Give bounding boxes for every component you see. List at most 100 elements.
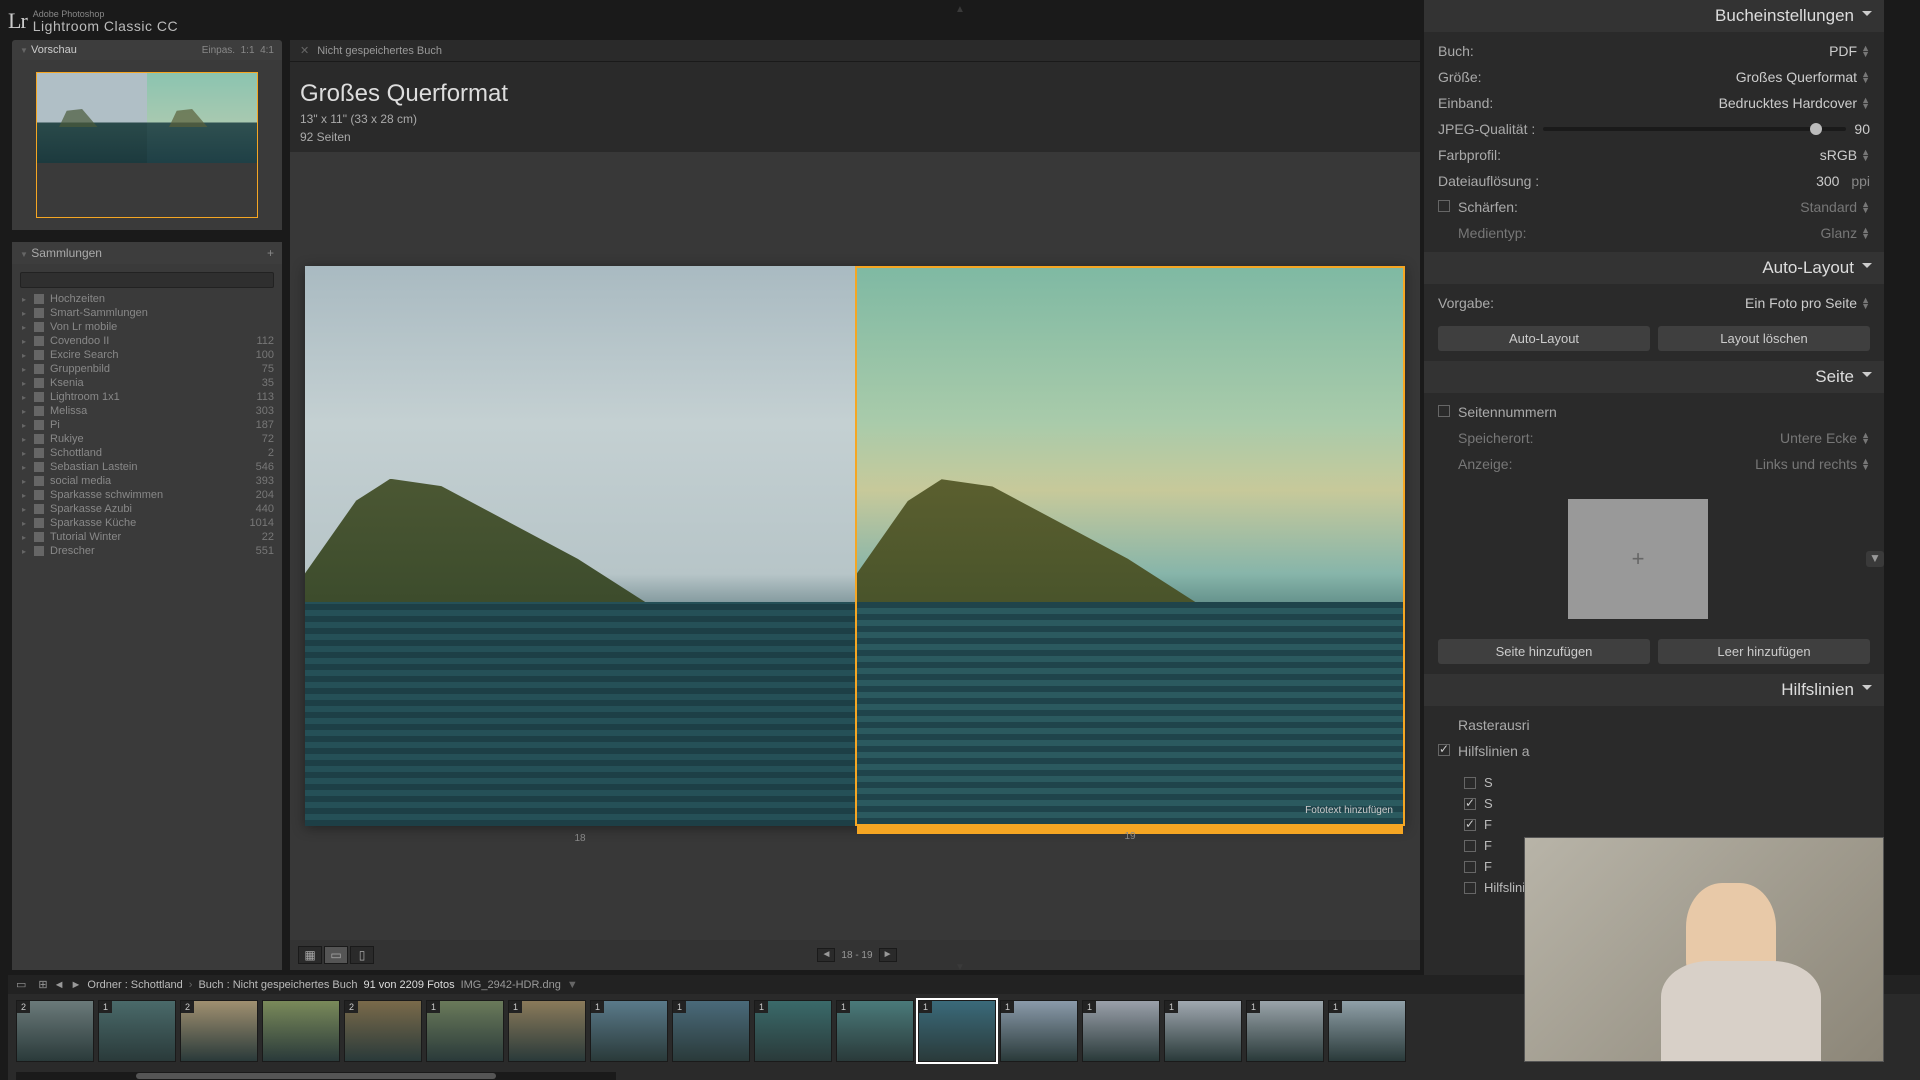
collection-item[interactable]: ▸social media393 xyxy=(12,474,282,488)
filmstrip-thumb[interactable]: 1 xyxy=(1082,1000,1160,1062)
view-grid-icon[interactable]: ▦ xyxy=(298,946,322,964)
collection-item[interactable]: ▸Pi187 xyxy=(12,418,282,432)
preview-thumb[interactable] xyxy=(36,72,258,218)
filmstrip-thumb[interactable]: 1 xyxy=(590,1000,668,1062)
collection-item[interactable]: ▸Schottland2 xyxy=(12,446,282,460)
book-title: Großes Querformat xyxy=(300,80,1410,108)
checkbox-pagenumbers[interactable] xyxy=(1438,405,1450,417)
collection-item[interactable]: ▸Von Lr mobile xyxy=(12,320,282,334)
collection-item[interactable]: ▸Sebastian Lastein546 xyxy=(12,460,282,474)
filmstrip-thumb[interactable]: 2 xyxy=(16,1000,94,1062)
filmstrip-thumb[interactable]: 2 xyxy=(344,1000,422,1062)
view-spread-icon[interactable]: ▭ xyxy=(324,946,348,964)
collection-item[interactable]: ▸Gruppenbild75 xyxy=(12,362,282,376)
page-number-left: 18 xyxy=(574,833,585,844)
collections-list: ▸Hochzeiten▸Smart-Sammlungen▸Von Lr mobi… xyxy=(12,264,282,970)
guide-option[interactable]: S xyxy=(1464,793,1870,814)
collection-item[interactable]: ▸Drescher551 xyxy=(12,544,282,558)
nav-fwd-icon[interactable]: ► xyxy=(71,979,82,991)
filmstrip-thumb[interactable]: 1 xyxy=(918,1000,996,1062)
filmstrip-scrollbar[interactable] xyxy=(16,1072,616,1080)
filmstrip-thumb[interactable]: 1 xyxy=(754,1000,832,1062)
value-resolution[interactable]: 300 xyxy=(1816,173,1839,189)
collection-item[interactable]: ▸Ksenia35 xyxy=(12,376,282,390)
tab-unsaved-book[interactable]: Nicht gespeichertes Buch xyxy=(317,45,442,57)
auto-layout-button[interactable]: Auto-Layout xyxy=(1438,326,1650,351)
value-mediatype[interactable]: Glanz▲▼ xyxy=(1821,225,1871,241)
add-collection-icon[interactable]: + xyxy=(267,246,274,260)
panel-book-settings[interactable]: Bucheinstellungen xyxy=(1424,0,1884,32)
bottom-grip[interactable]: ▼ xyxy=(955,962,965,973)
nav-back-icon[interactable]: ◄ xyxy=(54,979,65,991)
book-dimensions: 13" x 11" (33 x 28 cm) xyxy=(300,112,1410,126)
value-size[interactable]: Großes Querformat▲▼ xyxy=(1736,69,1870,85)
preview-panel-header[interactable]: ▼ Vorschau Einpas. 1:1 4:1 xyxy=(12,40,282,60)
collection-item[interactable]: ▸Covendoo II112 xyxy=(12,334,282,348)
book-info: Großes Querformat 13" x 11" (33 x 28 cm)… xyxy=(290,62,1420,152)
value-jpeg[interactable]: 90 xyxy=(1854,121,1870,137)
filmstrip-thumb[interactable]: 1 xyxy=(1000,1000,1078,1062)
filmstrip-thumb[interactable]: 1 xyxy=(836,1000,914,1062)
filmstrip-thumb[interactable]: 1 xyxy=(426,1000,504,1062)
value-preset[interactable]: Ein Foto pro Seite▲▼ xyxy=(1745,295,1870,311)
filmstrip-thumb[interactable]: 1 xyxy=(98,1000,176,1062)
collections-header[interactable]: ▼ Sammlungen + xyxy=(12,242,282,264)
panel-guides[interactable]: Hilfslinien xyxy=(1424,674,1884,706)
page-template-cell[interactable]: + xyxy=(1568,499,1708,619)
secondary-display-icon[interactable]: ▭ xyxy=(16,978,26,991)
label-preset: Vorgabe: xyxy=(1438,295,1494,311)
value-sharpen[interactable]: Standard▲▼ xyxy=(1800,199,1870,215)
view-single-icon[interactable]: ▯ xyxy=(350,946,374,964)
value-book[interactable]: PDF▲▼ xyxy=(1829,43,1870,59)
filmstrip-thumb[interactable]: 1 xyxy=(672,1000,750,1062)
value-cover[interactable]: Bedrucktes Hardcover▲▼ xyxy=(1719,95,1870,111)
collection-item[interactable]: ▸Rukiye72 xyxy=(12,432,282,446)
collection-item[interactable]: ▸Hochzeiten xyxy=(12,292,282,306)
collection-item[interactable]: ▸Sparkasse Küche1014 xyxy=(12,516,282,530)
page-left[interactable]: 18 xyxy=(305,266,855,826)
clear-layout-button[interactable]: Layout löschen xyxy=(1658,326,1870,351)
collections-filter-input[interactable] xyxy=(20,272,274,288)
page-right-selected[interactable]: Fototext hinzufügen 19 xyxy=(855,266,1405,826)
label-colorprofile: Farbprofil: xyxy=(1438,147,1501,163)
page-number-right: 19 xyxy=(1124,831,1135,842)
collection-item[interactable]: ▸Excire Search100 xyxy=(12,348,282,362)
path-folder[interactable]: Ordner : Schottland xyxy=(87,979,182,991)
filmstrip-thumb[interactable]: 1 xyxy=(1164,1000,1242,1062)
top-grip[interactable]: ▲ xyxy=(955,4,965,15)
guide-option[interactable]: S xyxy=(1464,772,1870,793)
collection-item[interactable]: ▸Smart-Sammlungen xyxy=(12,306,282,320)
collection-item[interactable]: ▸Lightroom 1x1113 xyxy=(12,390,282,404)
center-tab-bar: ✕ Nicht gespeichertes Buch xyxy=(290,40,1420,62)
checkbox-sharpen[interactable] xyxy=(1438,200,1450,212)
filmstrip-thumb[interactable]: 1 xyxy=(1246,1000,1324,1062)
add-blank-button[interactable]: Leer hinzufügen xyxy=(1658,639,1870,664)
filmstrip-thumb[interactable]: 1 xyxy=(1328,1000,1406,1062)
panel-auto-layout[interactable]: Auto-Layout xyxy=(1424,252,1884,284)
label-grid-snap[interactable]: Rasterausri xyxy=(1458,717,1530,733)
filmstrip-thumb[interactable]: 1 xyxy=(508,1000,586,1062)
value-colorprofile[interactable]: sRGB▲▼ xyxy=(1820,147,1870,163)
grid-icon[interactable]: ⊞ xyxy=(38,978,47,991)
pager-label: 18 - 19 xyxy=(841,950,872,961)
add-caption-hint[interactable]: Fototext hinzufügen xyxy=(1305,805,1393,816)
path-book[interactable]: Buch : Nicht gespeichertes Buch xyxy=(198,979,357,991)
page-template-menu[interactable]: ▼ xyxy=(1866,551,1884,567)
value-location[interactable]: Untere Ecke▲▼ xyxy=(1780,430,1870,446)
tab-x-icon[interactable]: ✕ xyxy=(300,44,309,57)
collection-item[interactable]: ▸Tutorial Winter22 xyxy=(12,530,282,544)
panel-page[interactable]: Seite xyxy=(1424,361,1884,393)
filmstrip-thumb[interactable]: 2 xyxy=(180,1000,258,1062)
app-name: Lightroom Classic CC xyxy=(33,19,178,33)
pager-next-button[interactable]: ► xyxy=(879,948,897,962)
value-display[interactable]: Links und rechts▲▼ xyxy=(1755,456,1870,472)
guide-option[interactable]: F xyxy=(1464,814,1870,835)
filmstrip-thumb[interactable] xyxy=(262,1000,340,1062)
collection-item[interactable]: ▸Melissa303 xyxy=(12,404,282,418)
slider-jpeg-quality[interactable] xyxy=(1543,127,1846,131)
collection-item[interactable]: ▸Sparkasse schwimmen204 xyxy=(12,488,282,502)
checkbox-show-guides[interactable] xyxy=(1438,744,1450,756)
add-page-button[interactable]: Seite hinzufügen xyxy=(1438,639,1650,664)
collection-item[interactable]: ▸Sparkasse Azubi440 xyxy=(12,502,282,516)
pager-prev-button[interactable]: ◄ xyxy=(817,948,835,962)
